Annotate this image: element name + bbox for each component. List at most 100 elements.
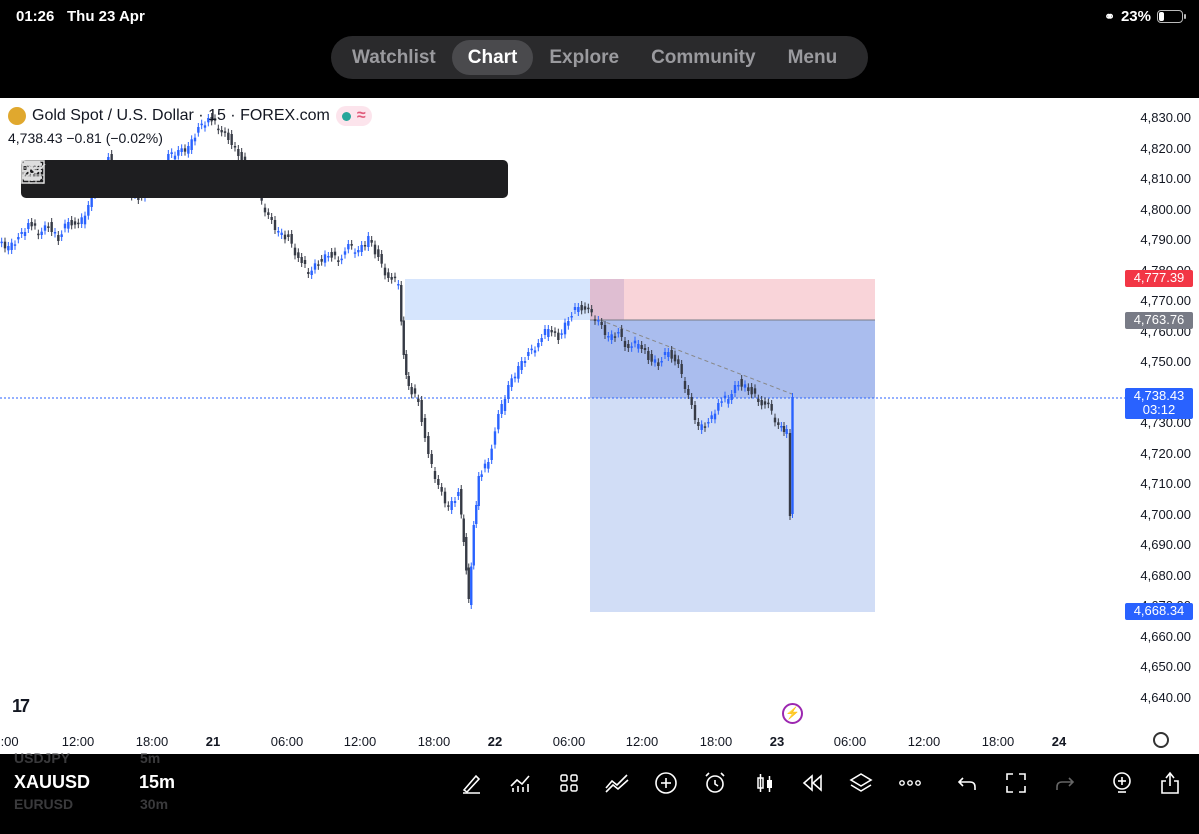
- candle-body: [593, 319, 597, 321]
- price-axis-label: 4,820.00: [1140, 140, 1191, 156]
- candle-body: [563, 322, 567, 335]
- horizontal-line-label-icon[interactable]: S: [22, 162, 119, 196]
- candle-body: [493, 431, 497, 445]
- candle-body: [40, 231, 43, 235]
- candle-body: [77, 222, 80, 225]
- time-axis-label: 18:00: [981, 734, 1015, 749]
- next-timeframe[interactable]: 30m: [140, 796, 168, 812]
- indicators-icon[interactable]: [507, 770, 533, 796]
- candle-body: [613, 336, 617, 338]
- ray-icon[interactable]: [22, 162, 312, 196]
- entry-zone-left: [405, 279, 590, 320]
- symbol-title[interactable]: Gold Spot / U.S. Dollar · 15 · FOREX.com: [32, 107, 330, 125]
- compare-icon[interactable]: [604, 770, 630, 796]
- nav-watchlist[interactable]: Watchlist: [336, 40, 452, 75]
- battery-icon: [1157, 10, 1186, 23]
- stop-zone[interactable]: [590, 279, 875, 320]
- candle-body: [530, 348, 533, 351]
- candle-body: [350, 244, 353, 246]
- prev-symbol[interactable]: USDJPY: [14, 750, 70, 766]
- timeframe-picker[interactable]: 15m: [139, 772, 175, 793]
- candle-body: [500, 404, 503, 414]
- candle-body: [760, 400, 763, 406]
- alert-icon[interactable]: [702, 770, 728, 796]
- pencil-icon[interactable]: [458, 770, 484, 796]
- chart-settings-icon[interactable]: [1153, 732, 1169, 748]
- candle-body: [283, 234, 287, 240]
- status-right: ⚭ 23%: [1104, 8, 1186, 25]
- add-icon[interactable]: [653, 770, 679, 796]
- candle-body: [667, 352, 670, 357]
- candle-body: [353, 252, 357, 254]
- more-icon[interactable]: [897, 770, 923, 796]
- next-symbol[interactable]: EURUSD: [14, 796, 73, 812]
- candle-body: [577, 307, 580, 312]
- candle-body: [663, 352, 667, 355]
- candle-body: [603, 325, 607, 335]
- path-icon[interactable]: [22, 162, 505, 196]
- candle-body: [420, 400, 423, 422]
- fullscreen-icon[interactable]: [1003, 770, 1029, 796]
- candle-body: [757, 398, 760, 402]
- redo-icon[interactable]: [1052, 770, 1078, 796]
- candle-body: [407, 376, 410, 386]
- candle-body: [788, 433, 792, 516]
- stop-price-tag: 4,777.39: [1125, 270, 1193, 287]
- stop-zone-overlap: [590, 279, 624, 320]
- price-axis-label: 4,750.00: [1140, 354, 1191, 369]
- candles-icon[interactable]: [752, 770, 778, 796]
- candle-body: [557, 332, 560, 340]
- screen-mirror-icon: ⚭: [1104, 8, 1115, 24]
- candle-body: [297, 252, 300, 258]
- candle-body: [740, 379, 743, 387]
- chart-area[interactable]: Gold Spot / U.S. Dollar · 15 · FOREX.com…: [0, 98, 1199, 754]
- candle-body: [440, 487, 443, 492]
- candle-body: [7, 246, 10, 251]
- share-icon[interactable]: [1157, 770, 1183, 796]
- candle-body: [710, 415, 713, 419]
- time-axis[interactable]: 6:00 12:00 18:00 21 06:00 12:00 18:00 22 06:00 12…: [0, 734, 1199, 754]
- layers-icon[interactable]: [848, 770, 874, 796]
- candle-body: [187, 146, 190, 154]
- rectangle-icon[interactable]: [23, 162, 196, 196]
- nav-community[interactable]: Community: [635, 40, 772, 75]
- candle-body: [475, 505, 478, 524]
- price-axis-label: 4,650.00: [1140, 659, 1191, 674]
- candle-body: [417, 398, 420, 402]
- candle-body: [63, 223, 67, 229]
- candle-body: [547, 329, 550, 337]
- cross-icon[interactable]: [22, 161, 273, 196]
- candle-body: [273, 220, 277, 230]
- prev-timeframe[interactable]: 5m: [140, 750, 160, 766]
- event-flash-icon[interactable]: ⚡: [782, 703, 803, 724]
- status-date: Thu 23 Apr: [67, 8, 145, 25]
- long-line-icon[interactable]: L: [22, 162, 157, 196]
- trendline-icon[interactable]: [23, 162, 350, 196]
- layout-grid-icon[interactable]: [556, 770, 582, 796]
- replay-icon[interactable]: [800, 770, 826, 796]
- candle-body: [470, 566, 473, 605]
- vertical-line-icon[interactable]: [29, 161, 466, 196]
- price-range-icon[interactable]: [24, 161, 389, 196]
- candle-body: [583, 306, 587, 310]
- candle-body: [713, 413, 717, 420]
- candle-body: [533, 350, 537, 353]
- nav-explore[interactable]: Explore: [533, 40, 635, 75]
- nav-chart[interactable]: Chart: [451, 40, 534, 75]
- market-status-pill[interactable]: ≈: [335, 106, 372, 126]
- nav-menu[interactable]: Menu: [772, 40, 854, 75]
- candle-body: [483, 463, 487, 469]
- time-axis-label: 06:00: [270, 734, 304, 749]
- grid-icon[interactable]: [21, 160, 427, 196]
- undo-icon[interactable]: [954, 770, 980, 796]
- chart-legend[interactable]: Gold Spot / U.S. Dollar · 15 · FOREX.com…: [8, 106, 372, 126]
- candle-body: [193, 137, 197, 142]
- candle-body: [320, 259, 323, 262]
- candle-body: [653, 359, 657, 363]
- candle-body: [767, 402, 770, 405]
- candle-body: [517, 366, 520, 379]
- drawing-toolbar: ⋮⋮ S L: [21, 160, 508, 198]
- symbol-picker[interactable]: XAUUSD: [14, 772, 90, 793]
- idea-icon[interactable]: [1109, 770, 1135, 796]
- lines-icon[interactable]: [22, 162, 234, 196]
